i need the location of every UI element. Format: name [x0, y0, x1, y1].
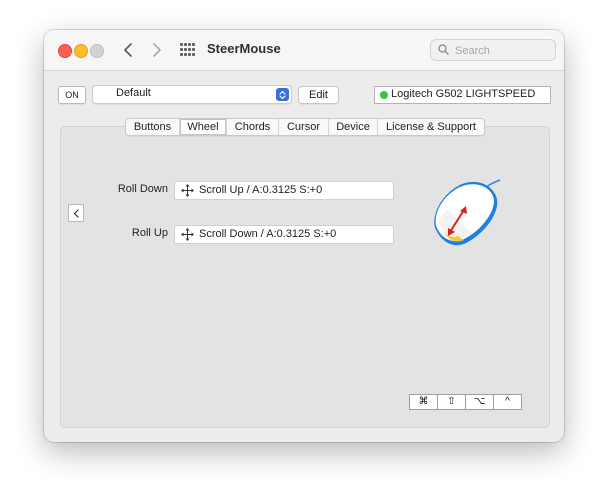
roll-down-action-text: Scroll Up / A:0.3125 S:+0 — [199, 184, 323, 196]
tab-cursor[interactable]: Cursor — [279, 119, 329, 135]
move-arrows-icon — [181, 184, 194, 197]
profile-select-value: Default — [116, 87, 151, 99]
zoom-window-button[interactable] — [90, 44, 104, 58]
tab-bar: Buttons Wheel Chords Cursor Device Licen… — [125, 118, 485, 136]
edit-button[interactable]: Edit — [298, 86, 339, 104]
control-modifier-button[interactable]: ^ — [493, 394, 522, 410]
roll-up-label: Roll Up — [131, 227, 168, 239]
option-modifier-button[interactable]: ⌥ — [465, 394, 494, 410]
chevron-left-icon — [124, 43, 132, 57]
roll-down-action-field[interactable]: Scroll Up / A:0.3125 S:+0 — [174, 181, 394, 200]
window-title: SteerMouse — [207, 41, 281, 56]
tab-buttons[interactable]: Buttons — [126, 119, 180, 135]
mouse-wheel-illustration — [434, 179, 501, 246]
tab-wheel[interactable]: Wheel — [180, 119, 227, 135]
roll-up-action-text: Scroll Down / A:0.3125 S:+0 — [199, 228, 337, 240]
chevron-right-icon — [153, 43, 161, 57]
command-modifier-button[interactable]: ⌘ — [409, 394, 438, 410]
tab-device[interactable]: Device — [329, 119, 378, 135]
settings-panel — [60, 126, 550, 428]
move-arrows-icon — [181, 228, 194, 241]
collapse-sidebar-button[interactable] — [68, 204, 84, 222]
modifier-keys: ⌘ ⇧ ⌥ ^ — [409, 394, 522, 410]
close-window-button[interactable] — [58, 44, 72, 58]
profile-select[interactable]: Default — [92, 85, 292, 104]
back-button[interactable] — [118, 40, 138, 60]
forward-button[interactable] — [147, 40, 167, 60]
app-grid-icon[interactable] — [180, 43, 195, 57]
device-name: Logitech G502 LIGHTSPEED — [391, 88, 536, 100]
device-selector[interactable]: Logitech G502 LIGHTSPEED — [374, 86, 551, 104]
up-down-arrows-icon — [276, 88, 289, 101]
search-icon — [438, 44, 449, 55]
title-bar: SteerMouse — [44, 30, 564, 71]
roll-up-action-field[interactable]: Scroll Down / A:0.3125 S:+0 — [174, 225, 394, 244]
tab-license-support[interactable]: License & Support — [378, 119, 484, 135]
tab-chords[interactable]: Chords — [227, 119, 279, 135]
chevron-left-icon — [73, 208, 79, 218]
shift-modifier-button[interactable]: ⇧ — [437, 394, 466, 410]
minimize-window-button[interactable] — [74, 44, 88, 58]
on-toggle-button[interactable]: ON — [58, 86, 86, 104]
search-field[interactable] — [430, 39, 556, 61]
preferences-window: SteerMouse ON Default Edit Logitech G502… — [44, 30, 564, 442]
roll-down-label: Roll Down — [117, 183, 168, 195]
device-status-indicator — [380, 91, 388, 99]
search-input[interactable] — [453, 42, 553, 60]
